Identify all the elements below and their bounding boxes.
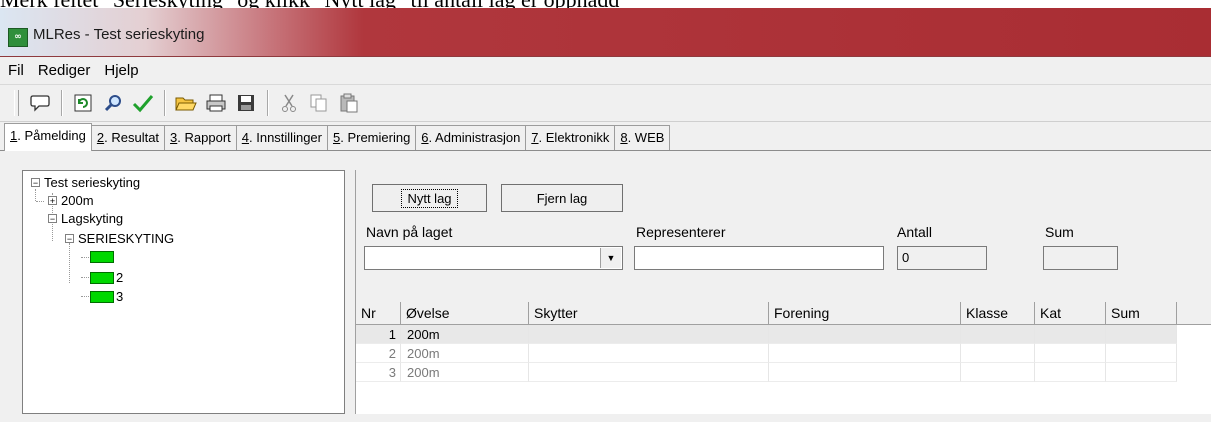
team-icon <box>90 290 114 303</box>
col-header-ovelse[interactable]: Øvelse <box>401 302 529 324</box>
tree-node-200m[interactable]: + 200m <box>48 193 94 208</box>
menu-bar: Fil Rediger Hjelp <box>0 57 1211 85</box>
toolbar-grip <box>14 90 19 116</box>
collapse-icon[interactable]: − <box>65 234 74 244</box>
copy-icon[interactable] <box>304 89 334 117</box>
tab-web[interactable]: 8. WEB <box>614 125 671 150</box>
menu-fil[interactable]: Fil <box>2 62 30 79</box>
count-label: Antall <box>897 224 933 240</box>
count-field: 0 <box>897 246 987 270</box>
team-name-dropdown[interactable]: ▼ <box>364 246 623 270</box>
menu-rediger[interactable]: Rediger <box>32 62 97 79</box>
tab-innstillinger[interactable]: 4. Innstillinger <box>235 125 328 150</box>
col-header-sum[interactable]: Sum <box>1106 302 1177 324</box>
table-row[interactable]: 1 200m <box>356 325 1211 344</box>
title-bar[interactable]: ∞ MLRes - Test serieskyting <box>0 8 1211 57</box>
open-folder-icon[interactable] <box>171 89 201 117</box>
tree-node-team-2[interactable]: 2 <box>81 270 123 285</box>
toolbar <box>0 85 1211 122</box>
col-header-nr[interactable]: Nr <box>356 302 401 324</box>
app-icon: ∞ <box>8 28 28 47</box>
sum-field <box>1043 246 1118 270</box>
grid-header: Nr Øvelse Skytter Forening Klasse Kat Su… <box>356 302 1211 325</box>
tab-resultat[interactable]: 2. Resultat <box>90 125 166 150</box>
tree-node-root[interactable]: − Test serieskyting <box>31 175 140 190</box>
col-header-forening[interactable]: Forening <box>769 302 961 324</box>
team-name-label: Navn på laget <box>366 224 453 240</box>
represents-label: Representerer <box>636 224 726 240</box>
chevron-down-icon[interactable]: ▼ <box>600 248 621 268</box>
team-icon <box>90 251 114 263</box>
tree-node-serieskyting[interactable]: − SERIESKYTING <box>65 231 174 246</box>
tree-node-team-3[interactable]: 3 <box>81 289 123 304</box>
team-icon <box>90 271 114 284</box>
collapse-icon[interactable]: − <box>31 178 40 188</box>
tab-elektronikk[interactable]: 7. Elektronikk <box>525 125 616 150</box>
team-grid[interactable]: Nr Øvelse Skytter Forening Klasse Kat Su… <box>356 302 1211 414</box>
remove-team-button[interactable]: Fjern lag <box>501 184 623 212</box>
table-row[interactable]: 2 200m <box>356 344 1211 363</box>
paste-icon[interactable] <box>334 89 364 117</box>
expand-icon[interactable]: + <box>48 196 57 206</box>
speech-bubble-icon[interactable] <box>25 89 55 117</box>
tree-node-team-1[interactable] <box>81 251 116 263</box>
print-icon[interactable] <box>201 89 231 117</box>
tab-premiering[interactable]: 5. Premiering <box>326 125 417 150</box>
represents-field[interactable] <box>634 246 884 270</box>
col-header-skytter[interactable]: Skytter <box>529 302 769 324</box>
tab-rapport[interactable]: 3. Rapport <box>164 125 237 150</box>
window-title: MLRes - Test serieskyting <box>33 26 205 43</box>
refresh-icon[interactable] <box>68 89 98 117</box>
tree-node-lagskyting[interactable]: − Lagskyting <box>48 211 123 226</box>
save-icon[interactable] <box>231 89 261 117</box>
search-icon[interactable] <box>98 89 128 117</box>
new-team-button[interactable]: Nytt lag <box>372 184 487 212</box>
col-header-kat[interactable]: Kat <box>1035 302 1106 324</box>
sum-label: Sum <box>1045 224 1074 240</box>
checkmark-icon[interactable] <box>128 89 158 117</box>
col-header-klasse[interactable]: Klasse <box>961 302 1035 324</box>
table-row[interactable]: 3 200m <box>356 363 1211 382</box>
toolbar-separator <box>164 90 165 116</box>
team-panel: Nytt lag Fjern lag Navn på laget Represe… <box>355 170 1211 414</box>
cut-icon[interactable] <box>274 89 304 117</box>
tab-administrasjon[interactable]: 6. Administrasjon <box>415 125 527 150</box>
collapse-icon[interactable]: − <box>48 214 57 224</box>
toolbar-separator <box>267 90 268 116</box>
toolbar-separator <box>61 90 62 116</box>
tab-strip: 1. Påmelding 2. Resultat 3. Rapport 4. I… <box>0 123 1211 151</box>
menu-hjelp[interactable]: Hjelp <box>98 62 144 79</box>
tab-pamelding[interactable]: 1. Påmelding <box>4 123 92 151</box>
event-tree[interactable]: − Test serieskyting + 200m − Lagskyting … <box>22 170 345 414</box>
